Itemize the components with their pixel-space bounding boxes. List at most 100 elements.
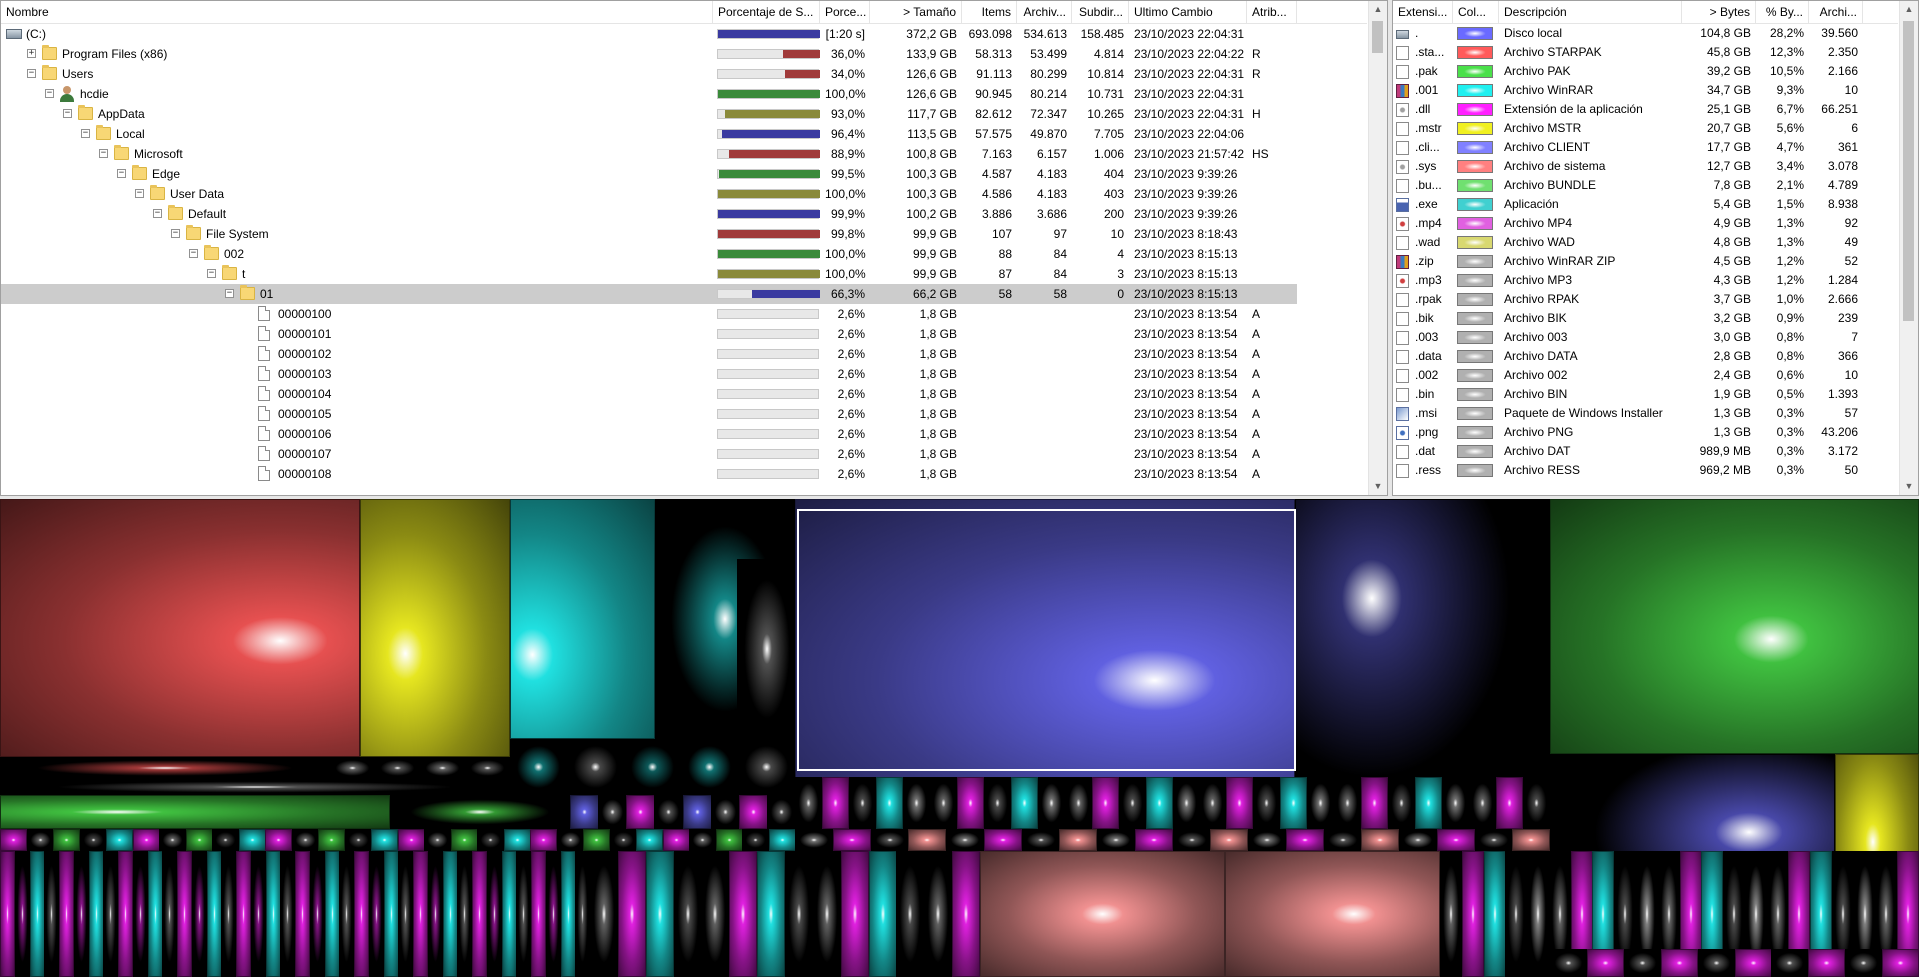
tree-row[interactable]: 00000106 2,6% 1,8 GB 23/10/2023 8:13:54 A xyxy=(1,424,1367,444)
treemap-tile[interactable] xyxy=(472,851,487,977)
treemap-tile[interactable] xyxy=(118,851,133,977)
treemap-tile[interactable] xyxy=(1361,829,1399,851)
extension-row[interactable]: .002 Archivo 002 2,4 GB 0,6% 10 xyxy=(1393,366,1898,385)
treemap-tile[interactable] xyxy=(292,829,319,851)
treemap-tile[interactable] xyxy=(207,851,222,977)
scroll-down-icon[interactable]: ▼ xyxy=(1369,478,1387,495)
treemap-tile-gray[interactable] xyxy=(737,559,797,739)
column-header-0[interactable]: Nombre xyxy=(1,1,713,23)
column-header-3[interactable]: > Tamaño xyxy=(870,1,962,23)
extension-row[interactable]: .bin Archivo BIN 1,9 GB 0,5% 1.393 xyxy=(1393,385,1898,404)
treemap-tile[interactable] xyxy=(30,851,45,977)
ext-column-header-1[interactable]: Col... xyxy=(1453,1,1499,23)
treemap-tile[interactable] xyxy=(148,851,163,977)
treemap-tile[interactable] xyxy=(236,851,251,977)
treemap-tile[interactable] xyxy=(280,851,295,977)
scroll-down-icon[interactable]: ▼ xyxy=(1900,478,1918,495)
treemap-tile[interactable] xyxy=(1399,829,1437,851)
treemap-tile[interactable] xyxy=(133,829,160,851)
tree-row[interactable]: 00000105 2,6% 1,8 GB 23/10/2023 8:13:54 A xyxy=(1,404,1367,424)
treemap-tile[interactable] xyxy=(1624,949,1661,977)
treemap-tile[interactable] xyxy=(729,851,757,977)
treemap-tile[interactable] xyxy=(310,851,325,977)
treemap-tile[interactable] xyxy=(1135,829,1173,851)
tree-row[interactable]: 00000102 2,6% 1,8 GB 23/10/2023 8:13:54 A xyxy=(1,344,1367,364)
treemap-tile-red-small[interactable] xyxy=(0,757,330,779)
treemap-tile[interactable] xyxy=(106,829,133,851)
tree-row[interactable]: 00000108 2,6% 1,8 GB 23/10/2023 8:13:54 A xyxy=(1,464,1367,484)
column-header-5[interactable]: Archiv... xyxy=(1017,1,1072,23)
treemap-tile[interactable] xyxy=(567,739,624,795)
ext-column-header-5[interactable]: Archi... xyxy=(1809,1,1863,23)
tree-row[interactable]: − Users 34,0% 126,6 GB 91.113 80.299 10.814 23/… xyxy=(1,64,1367,84)
treemap-tile[interactable] xyxy=(44,851,59,977)
extension-row[interactable]: .mp3 Archivo MP3 4,3 GB 1,2% 1.284 xyxy=(1393,271,1898,290)
treemap-tile[interactable] xyxy=(251,851,266,977)
tree-row[interactable]: − hcdie 100,0% 126,6 GB 90.945 80.214 10.731 23… xyxy=(1,84,1367,104)
treemap-tile[interactable] xyxy=(443,851,458,977)
treemap-tile[interactable] xyxy=(265,829,292,851)
treemap-tile[interactable] xyxy=(618,851,646,977)
treemap-tile[interactable] xyxy=(212,829,239,851)
treemap-tile[interactable] xyxy=(325,851,340,977)
scroll-up-icon[interactable]: ▲ xyxy=(1900,1,1918,18)
treemap-tile[interactable] xyxy=(162,851,177,977)
treemap-tile[interactable] xyxy=(339,851,354,977)
collapse-icon[interactable]: − xyxy=(225,289,234,298)
treemap-tile[interactable] xyxy=(869,851,897,977)
treemap-tile[interactable] xyxy=(398,851,413,977)
treemap-tile-gray-strip[interactable] xyxy=(0,779,510,795)
tree-row[interactable]: + Program Files (x86) 36,0% 133,9 GB 58.313 5… xyxy=(1,44,1367,64)
treemap-tile[interactable] xyxy=(1038,777,1065,829)
treemap-tile[interactable] xyxy=(590,851,618,977)
treemap-tile[interactable] xyxy=(1307,777,1334,829)
extension-row[interactable]: .003 Archivo 003 3,0 GB 0,8% 7 xyxy=(1393,328,1898,347)
column-header-2[interactable]: Porce... xyxy=(820,1,870,23)
treemap-tile[interactable] xyxy=(795,829,833,851)
treemap-tile[interactable] xyxy=(946,829,984,851)
extension-row[interactable]: .rpak Archivo RPAK 3,7 GB 1,0% 2.666 xyxy=(1393,290,1898,309)
treemap-tile[interactable] xyxy=(1286,829,1324,851)
treemap-tile[interactable] xyxy=(742,829,769,851)
treemap-tile[interactable] xyxy=(27,829,54,851)
treemap-tile-pink[interactable] xyxy=(980,851,1225,977)
treemap-tile[interactable] xyxy=(716,829,743,851)
collapse-icon[interactable]: − xyxy=(81,129,90,138)
treemap-tile[interactable] xyxy=(1523,777,1550,829)
treemap-tile[interactable] xyxy=(330,757,375,779)
extension-row[interactable]: .msi Paquete de Windows Installer 1,3 GB 0,… xyxy=(1393,404,1898,423)
treemap-tile[interactable] xyxy=(683,795,712,829)
treemap-tile[interactable] xyxy=(636,829,663,851)
treemap-tile[interactable] xyxy=(345,829,372,851)
treemap-tile[interactable] xyxy=(1226,777,1253,829)
treemap-tile[interactable] xyxy=(1334,777,1361,829)
treemap-tile[interactable] xyxy=(570,795,599,829)
treemap-tile[interactable] xyxy=(239,829,266,851)
treemap-tile[interactable] xyxy=(1199,777,1226,829)
treemap-tile[interactable] xyxy=(318,829,345,851)
tree-row[interactable]: − User Data 100,0% 100,3 GB 4.586 4.183 403 23/… xyxy=(1,184,1367,204)
treemap-tile[interactable] xyxy=(546,851,561,977)
treemap-tile[interactable] xyxy=(1173,829,1211,851)
treemap-tile[interactable] xyxy=(785,851,813,977)
treemap-tile[interactable] xyxy=(646,851,674,977)
expand-icon[interactable]: + xyxy=(27,49,36,58)
treemap-tile[interactable] xyxy=(626,795,655,829)
treemap-tile[interactable] xyxy=(354,851,369,977)
treemap-tile[interactable] xyxy=(557,829,584,851)
treemap-tile[interactable] xyxy=(739,795,768,829)
column-header-1[interactable]: Porcentaje de S... xyxy=(713,1,820,23)
extension-row[interactable]: .mp4 Archivo MP4 4,9 GB 1,3% 92 xyxy=(1393,214,1898,233)
column-header-8[interactable]: Atrib... xyxy=(1247,1,1297,23)
treemap-tile[interactable] xyxy=(1097,829,1135,851)
treemap-tile-pink[interactable] xyxy=(1225,851,1440,977)
treemap-tile-green[interactable] xyxy=(1550,499,1919,754)
treemap-tile[interactable] xyxy=(1496,777,1523,829)
tree-row[interactable]: − t 100,0% 99,9 GB 87 84 3 23/10/2023 8:15:13 xyxy=(1,264,1367,284)
treemap-tile[interactable] xyxy=(1527,851,1549,977)
collapse-icon[interactable]: − xyxy=(99,149,108,158)
treemap-tile[interactable] xyxy=(510,739,567,795)
treemap-tile[interactable] xyxy=(1882,949,1919,977)
treemap-tile[interactable] xyxy=(561,851,576,977)
treemap-tile[interactable] xyxy=(689,829,716,851)
